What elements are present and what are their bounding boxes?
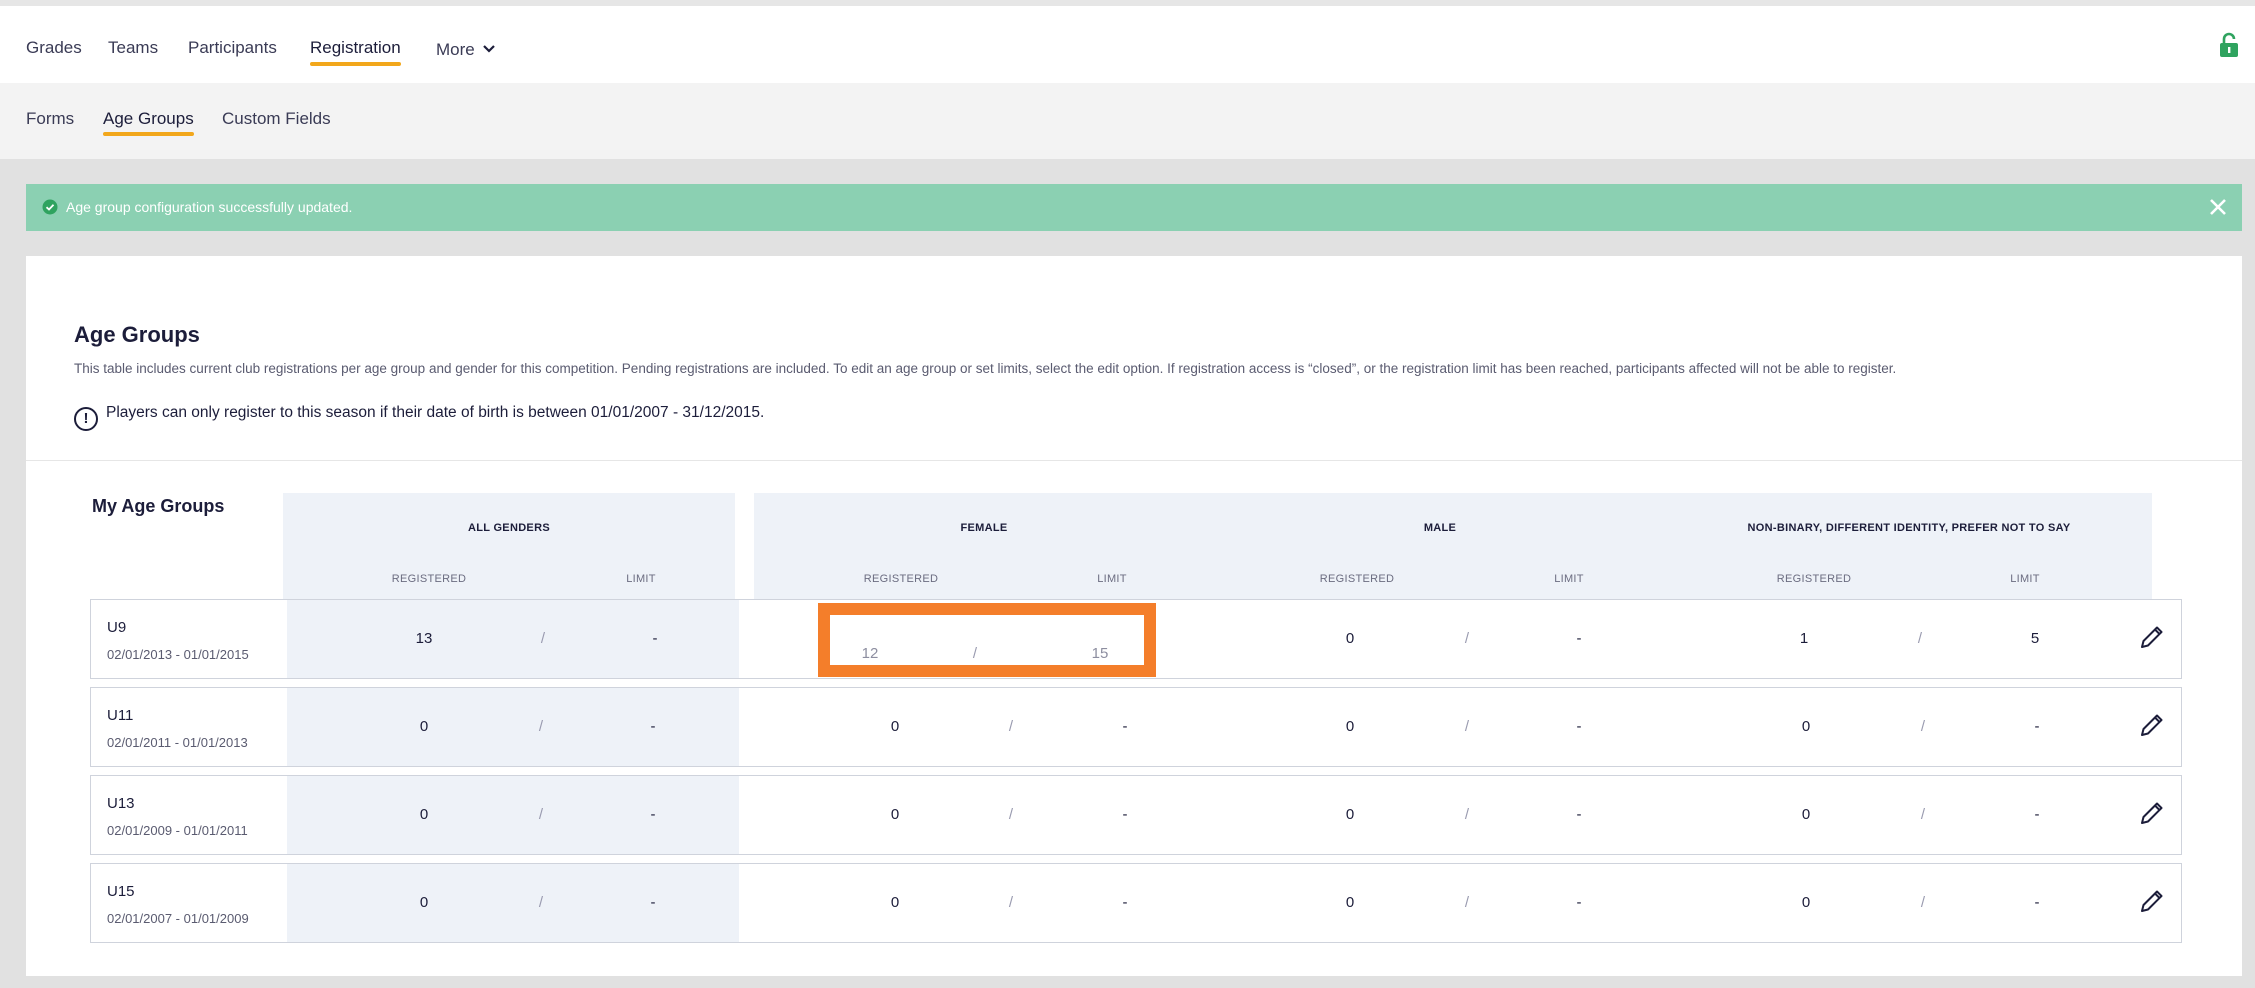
male-registered: 0 <box>1345 894 1355 911</box>
female-registered: 0 <box>890 806 900 823</box>
age-group-name: U9 <box>107 619 127 636</box>
table-row: U15 02/01/2007 - 01/01/2009 0 / - 0 / - … <box>90 863 2182 943</box>
male-limit: - <box>1576 630 1582 647</box>
male-limit: - <box>1576 806 1582 823</box>
non-binary-registered: 0 <box>1801 718 1811 735</box>
age-group-range: 02/01/2011 - 01/01/2013 <box>107 735 248 750</box>
tab-participants[interactable]: Participants <box>188 38 277 58</box>
lock-icon[interactable] <box>2219 32 2239 63</box>
female-registered: 0 <box>890 718 900 735</box>
tab-more-label: More <box>436 40 475 59</box>
alert-message: Age group configuration successfully upd… <box>66 199 353 215</box>
sub-navigation: Forms Age Groups Custom Fields <box>0 83 2255 159</box>
separator: / <box>1920 718 1926 735</box>
success-alert: Age group configuration successfully upd… <box>26 184 2242 231</box>
highlight-box: 12 / 15 <box>818 603 1156 677</box>
all-registered: 13 <box>415 630 433 647</box>
check-circle-icon <box>42 199 58 218</box>
separator: / <box>1464 894 1470 911</box>
chevron-down-icon <box>482 38 495 58</box>
non-binary-limit: - <box>2034 894 2040 911</box>
group-header-all-genders: ALL GENDERS <box>468 522 550 534</box>
separator: / <box>1464 630 1470 647</box>
female-limit: 15 <box>1091 645 1109 662</box>
separator: / <box>1464 806 1470 823</box>
pencil-icon[interactable] <box>2139 712 2165 743</box>
pencil-icon[interactable] <box>2139 624 2165 655</box>
female-registered: 12 <box>861 645 879 662</box>
separator: / <box>1920 806 1926 823</box>
male-registered: 0 <box>1345 718 1355 735</box>
group-header-male: MALE <box>1423 522 1457 534</box>
top-navigation: Grades Teams Participants Registration M… <box>0 0 2255 83</box>
age-group-name: U13 <box>107 795 135 812</box>
all-limit: - <box>650 718 656 735</box>
pencil-icon[interactable] <box>2139 888 2165 919</box>
female-limit: - <box>1122 806 1128 823</box>
sub-header-registered: REGISTERED <box>863 573 939 585</box>
separator: / <box>538 894 544 911</box>
tab-teams[interactable]: Teams <box>108 38 158 58</box>
sub-header-limit: LIMIT <box>626 573 656 585</box>
age-group-range: 02/01/2013 - 01/01/2015 <box>107 647 249 662</box>
separator: / <box>538 806 544 823</box>
table-row: U13 02/01/2009 - 01/01/2011 0 / - 0 / - … <box>90 775 2182 855</box>
close-icon[interactable] <box>2208 197 2228 220</box>
all-limit: - <box>650 806 656 823</box>
pencil-icon[interactable] <box>2139 800 2165 831</box>
non-binary-registered: 0 <box>1801 806 1811 823</box>
table-row: U9 02/01/2013 - 01/01/2015 13 / - 12 / 1… <box>90 599 2182 679</box>
tab-registration[interactable]: Registration <box>310 38 401 66</box>
separator: / <box>1008 806 1014 823</box>
separator: / <box>538 718 544 735</box>
separator: / <box>540 630 546 647</box>
all-registered: 0 <box>419 894 429 911</box>
separator: / <box>1920 894 1926 911</box>
group-header-female: FEMALE <box>960 522 1008 534</box>
tab-age-groups[interactable]: Age Groups <box>103 109 194 136</box>
tab-custom-fields[interactable]: Custom Fields <box>222 109 331 129</box>
female-limit: - <box>1122 718 1128 735</box>
separator: / <box>1008 894 1014 911</box>
sub-header-registered: REGISTERED <box>1319 573 1395 585</box>
non-binary-registered: 1 <box>1799 630 1809 647</box>
male-limit: - <box>1576 894 1582 911</box>
all-registered: 0 <box>419 718 429 735</box>
sub-header-registered: REGISTERED <box>1776 573 1852 585</box>
age-group-name: U15 <box>107 883 135 900</box>
separator: / <box>972 645 978 662</box>
sub-header-limit: LIMIT <box>1554 573 1584 585</box>
separator: / <box>1917 630 1923 647</box>
age-groups-table: My Age Groups ALL GENDERS FEMALE MALE NO… <box>26 256 2242 976</box>
table-row: U11 02/01/2011 - 01/01/2013 0 / - 0 / - … <box>90 687 2182 767</box>
tab-more[interactable]: More <box>436 38 495 60</box>
non-binary-registered: 0 <box>1801 894 1811 911</box>
age-group-range: 02/01/2009 - 01/01/2011 <box>107 823 248 838</box>
age-groups-card: Age Groups This table includes current c… <box>26 256 2242 976</box>
tab-forms[interactable]: Forms <box>26 109 74 129</box>
female-limit: - <box>1122 894 1128 911</box>
tab-grades[interactable]: Grades <box>26 38 82 58</box>
non-binary-limit: - <box>2034 718 2040 735</box>
sub-header-limit: LIMIT <box>1097 573 1127 585</box>
all-registered: 0 <box>419 806 429 823</box>
male-limit: - <box>1576 718 1582 735</box>
non-binary-limit: - <box>2034 806 2040 823</box>
separator: / <box>1464 718 1470 735</box>
male-registered: 0 <box>1345 806 1355 823</box>
all-limit: - <box>652 630 658 647</box>
female-registered: 0 <box>890 894 900 911</box>
sub-header-registered: REGISTERED <box>391 573 467 585</box>
table-title: My Age Groups <box>92 496 225 516</box>
age-group-range: 02/01/2007 - 01/01/2009 <box>107 911 249 926</box>
male-registered: 0 <box>1345 630 1355 647</box>
group-header-non-binary: NON-BINARY, DIFFERENT IDENTITY, PREFER N… <box>1747 522 2071 534</box>
age-group-name: U11 <box>107 707 134 724</box>
separator: / <box>1008 718 1014 735</box>
all-limit: - <box>650 894 656 911</box>
sub-header-limit: LIMIT <box>2010 573 2040 585</box>
non-binary-limit: 5 <box>2030 630 2040 647</box>
